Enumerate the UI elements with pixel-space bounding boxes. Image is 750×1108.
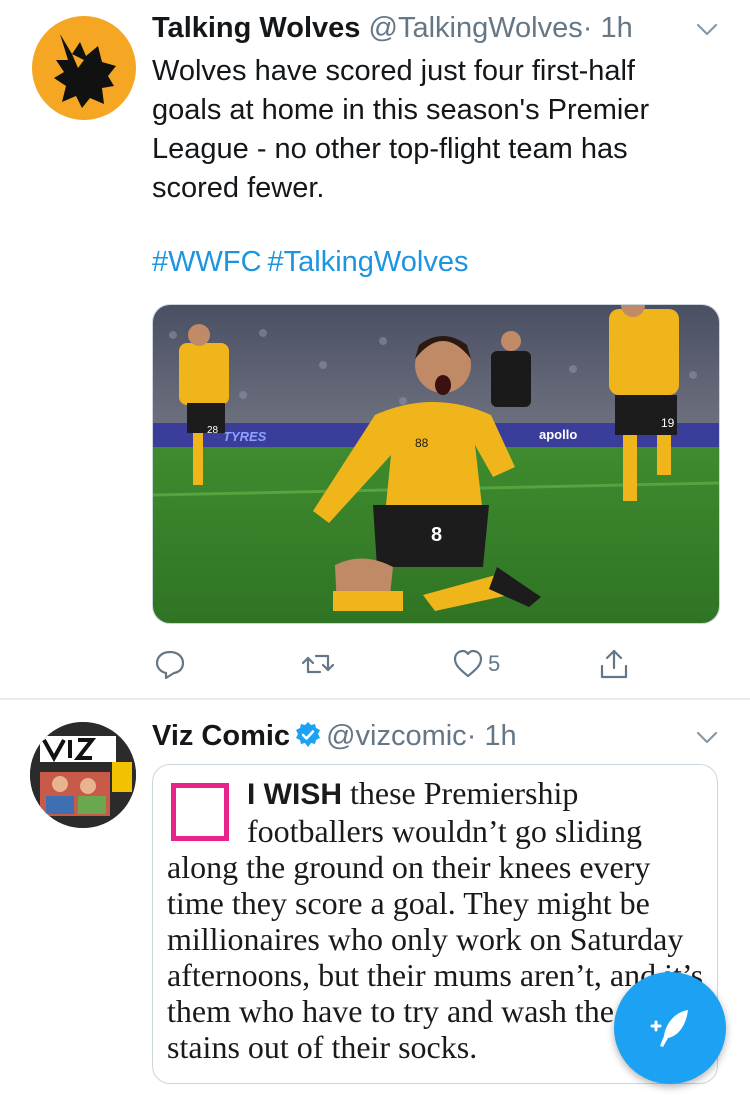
hashtag-link[interactable]: #TalkingWolves xyxy=(268,246,469,278)
tweet-divider xyxy=(0,698,750,700)
wolf-head-icon xyxy=(54,34,116,108)
compose-tweet-button[interactable] xyxy=(614,972,726,1084)
timestamp[interactable]: 1h xyxy=(601,12,633,44)
compose-feather-icon xyxy=(650,1010,688,1047)
avatar-viz-comic[interactable] xyxy=(30,722,136,828)
tweet-talking-wolves[interactable]: Talking Wolves @TalkingWolves· 1h Wolves… xyxy=(0,0,750,700)
player-number-text: 19 xyxy=(661,416,675,430)
retweet-button[interactable] xyxy=(302,646,334,682)
share-icon xyxy=(600,649,628,679)
display-name[interactable]: Viz Comic xyxy=(152,720,290,752)
separator-dot: · xyxy=(466,720,477,752)
separator-dot: · xyxy=(582,12,593,44)
viz-comic-cover-icon xyxy=(30,722,136,828)
display-name[interactable]: Talking Wolves xyxy=(152,12,360,44)
player-number-text: 28 xyxy=(207,425,219,436)
tweet-actions: 5 xyxy=(0,646,750,682)
timestamp[interactable]: 1h xyxy=(484,720,516,752)
tweet-header: Viz Comic @vizcomic· 1h xyxy=(152,716,517,756)
reply-button[interactable] xyxy=(154,646,186,682)
heart-icon xyxy=(453,649,483,678)
username[interactable]: @TalkingWolves xyxy=(369,12,583,44)
tweet-photo[interactable]: TYRES apollo 28 19 8 88 xyxy=(152,304,720,624)
retweet-icon xyxy=(302,654,334,674)
pink-box-icon xyxy=(171,783,229,841)
tweet-header: Talking Wolves @TalkingWolves· 1h xyxy=(152,8,633,48)
football-celebration-photo: TYRES apollo 28 19 8 88 xyxy=(153,305,719,623)
player-number-text: 88 xyxy=(415,436,429,450)
username[interactable]: @vizcomic xyxy=(326,720,467,752)
reply-icon xyxy=(155,650,185,680)
tweet-text: Wolves have scored just four first-half … xyxy=(152,55,650,204)
chevron-down-icon[interactable] xyxy=(694,724,720,750)
clipping-lead: I WISH xyxy=(247,778,342,811)
like-button[interactable]: 5 xyxy=(452,646,500,682)
share-button[interactable] xyxy=(598,646,630,682)
chevron-down-icon[interactable] xyxy=(694,16,720,42)
player-number-text: 8 xyxy=(431,524,442,546)
avatar-talking-wolves[interactable] xyxy=(32,16,136,120)
verified-badge-icon xyxy=(296,722,321,747)
hashtag-link[interactable]: #WWFC xyxy=(152,246,262,278)
like-count: 5 xyxy=(488,651,501,676)
hashtags: #WWFC #TalkingWolves xyxy=(152,242,474,282)
sponsor-board-text: apollo xyxy=(539,427,577,442)
sponsor-board-text: TYRES xyxy=(223,429,267,444)
